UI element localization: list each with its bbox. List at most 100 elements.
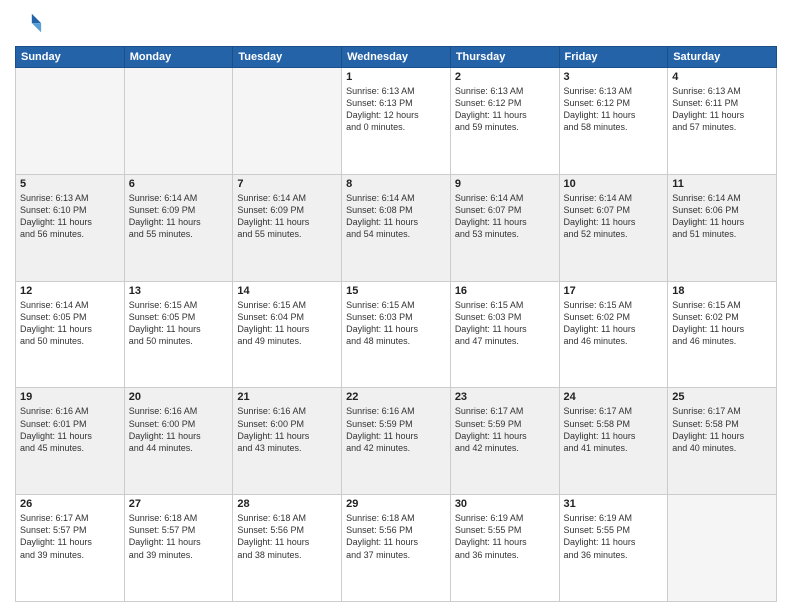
- day-number: 22: [346, 391, 446, 403]
- day-info: Sunrise: 6:14 AMSunset: 6:09 PMDaylight:…: [237, 192, 337, 241]
- calendar-cell: 7 Sunrise: 6:14 AMSunset: 6:09 PMDaylight…: [233, 174, 342, 281]
- day-number: 13: [129, 285, 229, 297]
- calendar-table: SundayMondayTuesdayWednesdayThursdayFrid…: [15, 46, 777, 602]
- day-number: 14: [237, 285, 337, 297]
- day-info: Sunrise: 6:19 AMSunset: 5:55 PMDaylight:…: [455, 512, 555, 561]
- day-number: 7: [237, 178, 337, 190]
- day-info: Sunrise: 6:16 AMSunset: 6:00 PMDaylight:…: [129, 405, 229, 454]
- day-number: 9: [455, 178, 555, 190]
- calendar-cell: 11 Sunrise: 6:14 AMSunset: 6:06 PMDayligh…: [668, 174, 777, 281]
- calendar-cell: 12 Sunrise: 6:14 AMSunset: 6:05 PMDayligh…: [16, 281, 125, 388]
- logo: [15, 10, 47, 38]
- day-number: 31: [564, 498, 664, 510]
- day-info: Sunrise: 6:15 AMSunset: 6:02 PMDaylight:…: [564, 299, 664, 348]
- calendar-cell: 1 Sunrise: 6:13 AMSunset: 6:13 PMDaylight…: [342, 68, 451, 175]
- weekday-wednesday: Wednesday: [342, 47, 451, 68]
- day-number: 18: [672, 285, 772, 297]
- calendar-cell: 18 Sunrise: 6:15 AMSunset: 6:02 PMDayligh…: [668, 281, 777, 388]
- calendar-cell: 9 Sunrise: 6:14 AMSunset: 6:07 PMDaylight…: [450, 174, 559, 281]
- calendar-cell: [233, 68, 342, 175]
- day-number: 10: [564, 178, 664, 190]
- day-info: Sunrise: 6:14 AMSunset: 6:07 PMDaylight:…: [564, 192, 664, 241]
- weekday-saturday: Saturday: [668, 47, 777, 68]
- day-info: Sunrise: 6:14 AMSunset: 6:08 PMDaylight:…: [346, 192, 446, 241]
- day-info: Sunrise: 6:17 AMSunset: 5:58 PMDaylight:…: [564, 405, 664, 454]
- weekday-sunday: Sunday: [16, 47, 125, 68]
- calendar-cell: 19 Sunrise: 6:16 AMSunset: 6:01 PMDayligh…: [16, 388, 125, 495]
- day-info: Sunrise: 6:15 AMSunset: 6:04 PMDaylight:…: [237, 299, 337, 348]
- calendar-cell: 25Sunrise: 6:17 AMSunset: 5:58 PMDayligh…: [668, 388, 777, 495]
- calendar-cell: 16 Sunrise: 6:15 AMSunset: 6:03 PMDayligh…: [450, 281, 559, 388]
- day-number: 19: [20, 391, 120, 403]
- calendar-cell: 10 Sunrise: 6:14 AMSunset: 6:07 PMDayligh…: [559, 174, 668, 281]
- day-info: Sunrise: 6:18 AMSunset: 5:56 PMDaylight:…: [237, 512, 337, 561]
- day-number: 8: [346, 178, 446, 190]
- calendar-cell: 3 Sunrise: 6:13 AMSunset: 6:12 PMDaylight…: [559, 68, 668, 175]
- day-info: Sunrise: 6:18 AMSunset: 5:56 PMDaylight:…: [346, 512, 446, 561]
- day-number: 27: [129, 498, 229, 510]
- day-number: 17: [564, 285, 664, 297]
- day-info: Sunrise: 6:15 AMSunset: 6:03 PMDaylight:…: [455, 299, 555, 348]
- day-info: Sunrise: 6:17 AMSunset: 5:57 PMDaylight:…: [20, 512, 120, 561]
- calendar-cell: [16, 68, 125, 175]
- logo-icon: [15, 10, 43, 38]
- day-info: Sunrise: 6:15 AMSunset: 6:02 PMDaylight:…: [672, 299, 772, 348]
- calendar-cell: 13Sunrise: 6:15 AMSunset: 6:05 PMDayligh…: [124, 281, 233, 388]
- day-info: Sunrise: 6:17 AMSunset: 5:59 PMDaylight:…: [455, 405, 555, 454]
- calendar-cell: 24 Sunrise: 6:17 AMSunset: 5:58 PMDayligh…: [559, 388, 668, 495]
- page: SundayMondayTuesdayWednesdayThursdayFrid…: [0, 0, 792, 612]
- calendar-cell: 29 Sunrise: 6:18 AMSunset: 5:56 PMDayligh…: [342, 495, 451, 602]
- day-number: 16: [455, 285, 555, 297]
- day-info: Sunrise: 6:14 AMSunset: 6:07 PMDaylight:…: [455, 192, 555, 241]
- day-info: Sunrise: 6:14 AMSunset: 6:06 PMDaylight:…: [672, 192, 772, 241]
- day-number: 3: [564, 71, 664, 83]
- day-number: 11: [672, 178, 772, 190]
- weekday-monday: Monday: [124, 47, 233, 68]
- calendar-cell: 20 Sunrise: 6:16 AMSunset: 6:00 PMDayligh…: [124, 388, 233, 495]
- day-number: 20: [129, 391, 229, 403]
- calendar-cell: 23 Sunrise: 6:17 AMSunset: 5:59 PMDayligh…: [450, 388, 559, 495]
- day-number: 6: [129, 178, 229, 190]
- week-row-2: 5Sunrise: 6:13 AMSunset: 6:10 PMDaylight…: [16, 174, 777, 281]
- calendar-cell: [124, 68, 233, 175]
- calendar-cell: 27 Sunrise: 6:18 AMSunset: 5:57 PMDayligh…: [124, 495, 233, 602]
- calendar-cell: 14 Sunrise: 6:15 AMSunset: 6:04 PMDayligh…: [233, 281, 342, 388]
- day-number: 25: [672, 391, 772, 403]
- day-number: 15: [346, 285, 446, 297]
- calendar-cell: 8 Sunrise: 6:14 AMSunset: 6:08 PMDaylight…: [342, 174, 451, 281]
- weekday-friday: Friday: [559, 47, 668, 68]
- day-info: Sunrise: 6:13 AMSunset: 6:12 PMDaylight:…: [564, 85, 664, 134]
- calendar-cell: 2 Sunrise: 6:13 AMSunset: 6:12 PMDaylight…: [450, 68, 559, 175]
- day-info: Sunrise: 6:13 AMSunset: 6:13 PMDaylight:…: [346, 85, 446, 134]
- calendar-cell: [668, 495, 777, 602]
- calendar-cell: 21 Sunrise: 6:16 AMSunset: 6:00 PMDayligh…: [233, 388, 342, 495]
- calendar-cell: 17 Sunrise: 6:15 AMSunset: 6:02 PMDayligh…: [559, 281, 668, 388]
- day-number: 12: [20, 285, 120, 297]
- day-number: 23: [455, 391, 555, 403]
- day-info: Sunrise: 6:13 AMSunset: 6:11 PMDaylight:…: [672, 85, 772, 134]
- calendar-cell: 28 Sunrise: 6:18 AMSunset: 5:56 PMDayligh…: [233, 495, 342, 602]
- day-number: 30: [455, 498, 555, 510]
- day-info: Sunrise: 6:16 AMSunset: 6:00 PMDaylight:…: [237, 405, 337, 454]
- day-number: 2: [455, 71, 555, 83]
- day-number: 24: [564, 391, 664, 403]
- calendar-cell: 6Sunrise: 6:14 AMSunset: 6:09 PMDaylight…: [124, 174, 233, 281]
- calendar-cell: 5Sunrise: 6:13 AMSunset: 6:10 PMDaylight…: [16, 174, 125, 281]
- calendar-cell: 15Sunrise: 6:15 AMSunset: 6:03 PMDayligh…: [342, 281, 451, 388]
- day-number: 29: [346, 498, 446, 510]
- week-row-5: 26 Sunrise: 6:17 AMSunset: 5:57 PMDayligh…: [16, 495, 777, 602]
- week-row-1: 1 Sunrise: 6:13 AMSunset: 6:13 PMDaylight…: [16, 68, 777, 175]
- day-info: Sunrise: 6:18 AMSunset: 5:57 PMDaylight:…: [129, 512, 229, 561]
- day-number: 21: [237, 391, 337, 403]
- day-number: 1: [346, 71, 446, 83]
- weekday-thursday: Thursday: [450, 47, 559, 68]
- calendar-cell: 22Sunrise: 6:16 AMSunset: 5:59 PMDayligh…: [342, 388, 451, 495]
- weekday-header-row: SundayMondayTuesdayWednesdayThursdayFrid…: [16, 47, 777, 68]
- day-info: Sunrise: 6:14 AMSunset: 6:05 PMDaylight:…: [20, 299, 120, 348]
- day-info: Sunrise: 6:16 AMSunset: 6:01 PMDaylight:…: [20, 405, 120, 454]
- day-number: 28: [237, 498, 337, 510]
- day-number: 26: [20, 498, 120, 510]
- day-info: Sunrise: 6:13 AMSunset: 6:12 PMDaylight:…: [455, 85, 555, 134]
- header: [15, 10, 777, 38]
- calendar-cell: 4Sunrise: 6:13 AMSunset: 6:11 PMDaylight…: [668, 68, 777, 175]
